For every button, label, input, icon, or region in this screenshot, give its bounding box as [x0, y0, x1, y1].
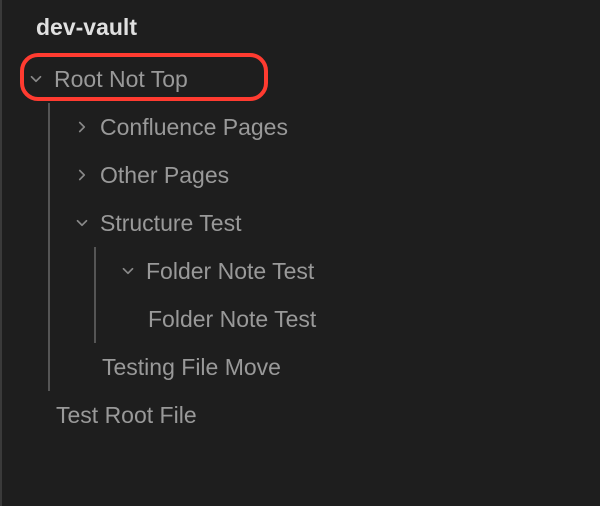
vault-name: dev-vault — [2, 0, 600, 55]
indent-guide — [48, 247, 50, 295]
tree-folder[interactable]: Other Pages — [14, 151, 600, 199]
tree-item-label: Root Not Top — [54, 66, 188, 93]
indent-guide — [94, 295, 96, 343]
tree-item-label: Confluence Pages — [100, 114, 288, 141]
tree-item-label: Structure Test — [100, 210, 241, 237]
file-tree: Root Not Top Confluence Pages Other Page… — [2, 55, 600, 439]
tree-folder[interactable]: Confluence Pages — [14, 103, 600, 151]
tree-folder[interactable]: Structure Test — [14, 199, 600, 247]
chevron-right-icon[interactable] — [70, 115, 94, 139]
chevron-down-icon[interactable] — [24, 67, 48, 91]
indent-guide — [48, 199, 50, 247]
tree-file[interactable]: Test Root File — [14, 391, 600, 439]
tree-file[interactable]: Testing File Move — [14, 343, 600, 391]
indent-guide — [48, 151, 50, 199]
tree-item-label: Folder Note Test — [148, 306, 316, 333]
tree-item-label: Test Root File — [56, 402, 197, 429]
indent-guide — [94, 247, 96, 295]
indent-guide — [48, 295, 50, 343]
tree-file[interactable]: Folder Note Test — [14, 295, 600, 343]
tree-folder-root[interactable]: Root Not Top — [14, 55, 600, 103]
tree-item-label: Folder Note Test — [146, 258, 314, 285]
chevron-down-icon[interactable] — [116, 259, 140, 283]
chevron-right-icon[interactable] — [70, 163, 94, 187]
tree-item-label: Testing File Move — [102, 354, 281, 381]
tree-item-label: Other Pages — [100, 162, 229, 189]
tree-folder[interactable]: Folder Note Test — [14, 247, 600, 295]
indent-guide — [48, 343, 50, 391]
indent-guide — [48, 103, 50, 151]
chevron-down-icon[interactable] — [70, 211, 94, 235]
